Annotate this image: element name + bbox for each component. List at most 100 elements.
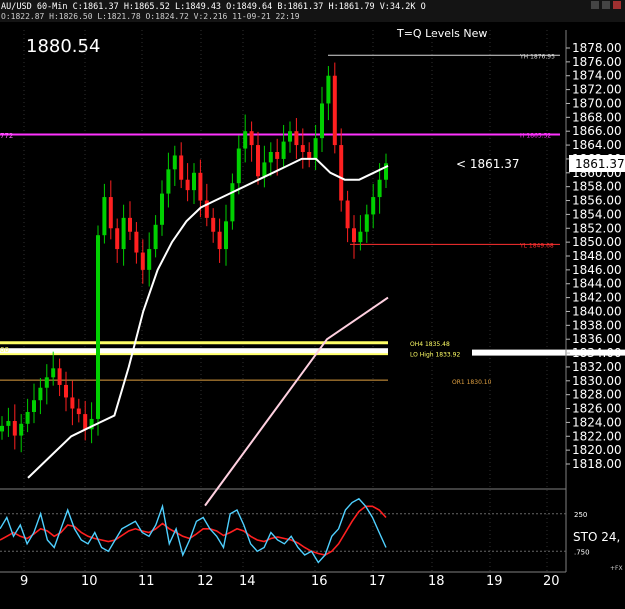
candle-body	[217, 231, 222, 250]
info-header: O:1822.87 H:1826.50 L:1821.78 O:1824.72 …	[1, 12, 300, 21]
maximize-icon[interactable]	[602, 1, 610, 9]
candle-body	[96, 235, 100, 419]
candle-body	[6, 421, 11, 426]
candle-body	[358, 231, 363, 243]
chart-root: AU/USD 60-Min C:1861.37 H:1865.52 L:1849…	[0, 0, 625, 605]
y-tick-label: 1868.00	[572, 110, 622, 124]
y-tick-label: 1864.00	[572, 138, 622, 152]
candle-body	[256, 145, 260, 177]
y-tick-label: 1878.00	[572, 41, 622, 55]
candle-body	[332, 75, 337, 146]
candle-body	[275, 152, 280, 159]
last-price-marker: 1861.37	[569, 155, 625, 172]
candle-body	[281, 141, 286, 159]
candle-body	[147, 249, 152, 270]
x-tick-label: 17	[369, 574, 386, 589]
indicator-name: STO 24,	[573, 530, 620, 544]
x-tick-label: 20	[543, 574, 560, 589]
candle-body	[51, 368, 56, 378]
y-tick-label: 1872.00	[572, 83, 622, 97]
y-tick-label: 1870.00	[572, 96, 622, 110]
candle-body	[243, 131, 248, 149]
y-tick-label: 1830.00	[572, 374, 622, 388]
indicator-tick: .750	[574, 548, 590, 556]
last-price-value: 1861.37	[575, 157, 625, 171]
candle-body	[320, 103, 324, 139]
y-tick-label: 1826.00	[572, 402, 622, 416]
chart-title: T=Q Levels New	[396, 27, 487, 40]
candle-body	[307, 152, 312, 159]
minimize-icon[interactable]	[591, 1, 599, 9]
candle-body	[364, 214, 369, 232]
y-tick-label: 1822.00	[572, 429, 622, 443]
y-tick-label: 1832.00	[572, 360, 622, 374]
y-tick-label: 1854.00	[572, 207, 622, 221]
candle-body	[64, 384, 68, 398]
left-level-label-2: 00	[0, 346, 9, 354]
y-tick-label: 1842.00	[572, 291, 622, 305]
candle-body	[44, 377, 49, 388]
y-tick-label: 1850.00	[572, 235, 622, 249]
window-controls[interactable]	[591, 1, 621, 9]
candle-body	[57, 368, 62, 385]
candle-body	[262, 162, 267, 177]
candle-body	[128, 217, 132, 232]
y-tick-label: 1824.00	[572, 415, 622, 429]
candle-body	[224, 221, 228, 250]
candle-body	[25, 412, 30, 424]
candle-body	[172, 155, 177, 170]
y-tick-label: 1820.00	[572, 443, 622, 457]
level-label: OR1 1830.10	[452, 379, 492, 386]
x-tick-label: 9	[20, 574, 28, 589]
y-tick-label: 1846.00	[572, 263, 622, 277]
x-tick-label: 12	[197, 574, 214, 589]
candle-body	[179, 155, 184, 180]
candle-body	[70, 397, 75, 409]
chart-canvas: AU/USD 60-Min C:1861.37 H:1865.52 L:1849…	[0, 0, 625, 605]
close-icon[interactable]	[613, 1, 621, 9]
y-tick-label: 1852.00	[572, 221, 622, 235]
candle-body	[19, 423, 24, 436]
candle-body	[102, 197, 107, 236]
level-label: YL 1849.68	[519, 242, 554, 249]
y-tick-label: 1858.00	[572, 180, 622, 194]
candle-body	[236, 148, 241, 184]
candle-body	[345, 200, 350, 229]
last-price-label: < 1861.37	[456, 157, 520, 171]
candle-body	[326, 75, 331, 104]
candle-body	[153, 224, 158, 250]
candle-body	[352, 228, 356, 243]
y-tick-label: 1844.00	[572, 277, 622, 291]
candle-body	[339, 145, 344, 201]
candle-body	[134, 231, 139, 253]
candle-body	[140, 252, 145, 270]
candle-body	[288, 131, 292, 142]
candle-body	[121, 217, 126, 250]
y-tick-label: 1840.00	[572, 304, 622, 318]
x-tick-label: 18	[428, 574, 445, 589]
candle-body	[249, 131, 254, 146]
candle-body	[38, 387, 43, 401]
candle-body	[268, 152, 273, 163]
candle-body	[377, 179, 382, 198]
level-label: H 1865.52	[520, 133, 551, 140]
y-tick-label: 1848.00	[572, 249, 622, 263]
left-level-label: 772	[0, 132, 13, 140]
indicator-tick: 250	[574, 511, 587, 519]
candle-body	[313, 138, 318, 159]
level-label: OH4 1835.48	[410, 341, 450, 348]
candle-body	[115, 228, 120, 250]
candle-body	[76, 408, 81, 415]
y-tick-label: 1834.00	[572, 346, 622, 360]
y-tick-label: 1856.00	[572, 194, 622, 208]
candle-body	[371, 197, 376, 215]
level-label: YH 1876.95	[519, 53, 555, 60]
candle-body	[300, 145, 305, 152]
candle-body	[83, 414, 88, 430]
x-tick-label: 16	[311, 574, 328, 589]
y-tick-label: 1874.00	[572, 69, 622, 83]
candle-body	[294, 131, 299, 146]
indicator-fx-label: +FX	[610, 565, 623, 572]
candle-body	[198, 172, 203, 201]
candle-body	[230, 183, 235, 222]
